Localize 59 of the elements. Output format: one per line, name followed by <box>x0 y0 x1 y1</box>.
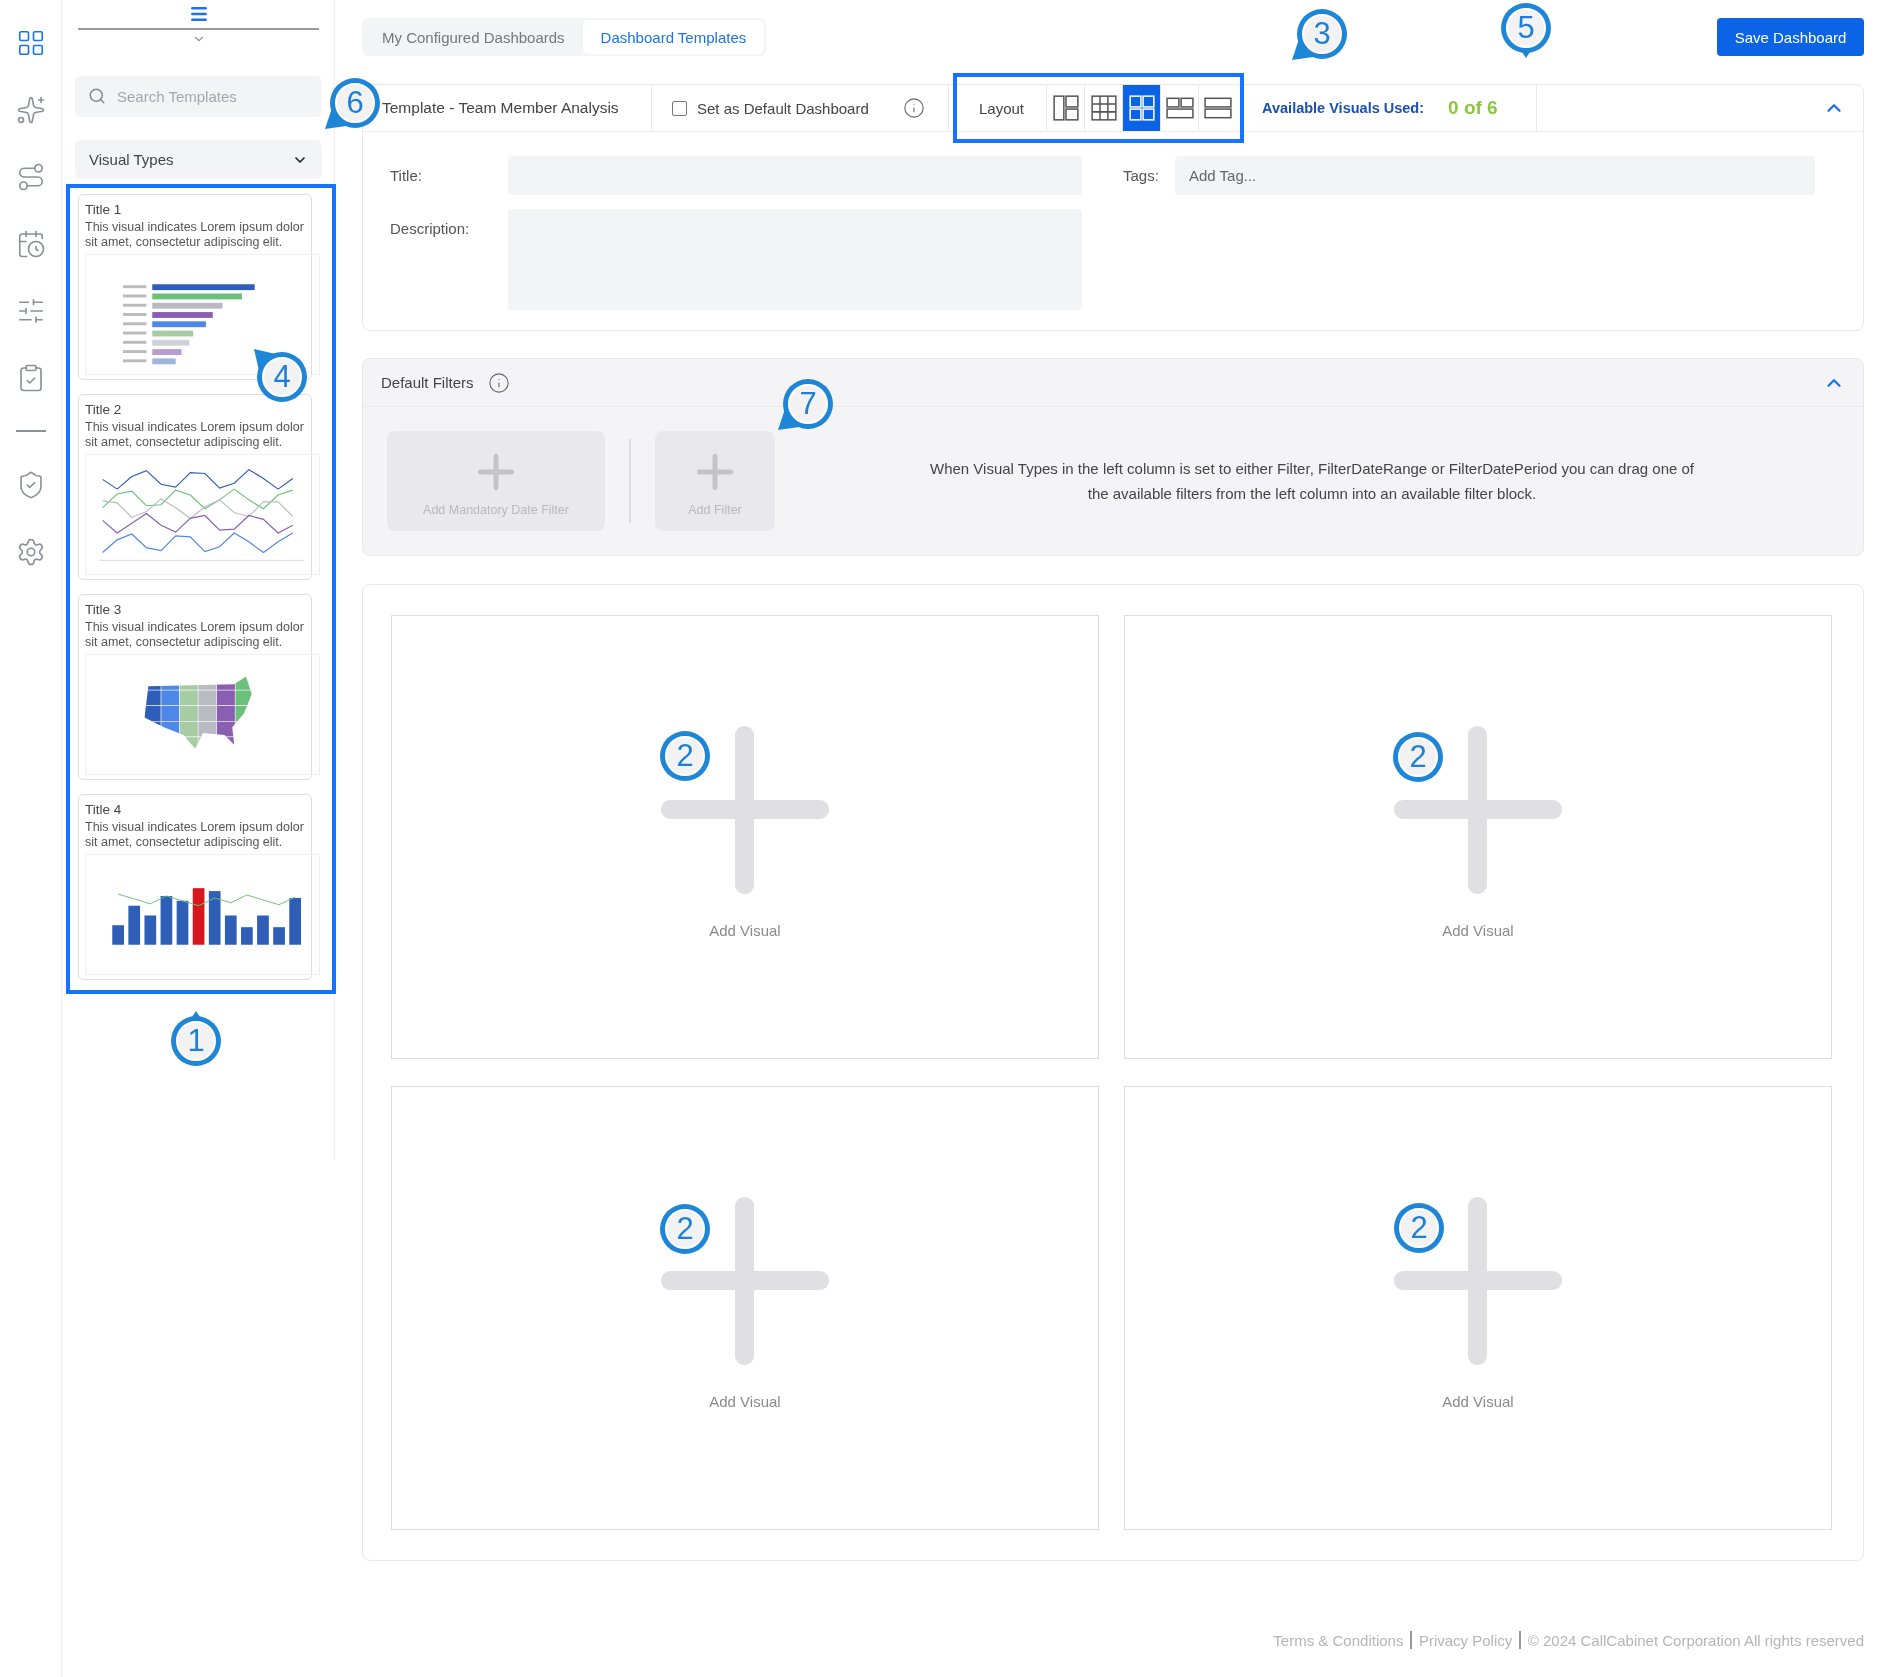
chart-bar <box>152 302 223 309</box>
tab[interactable]: My Configured Dashboards <box>364 20 583 54</box>
chart-bar <box>192 888 205 945</box>
copyright-text: © 2024 CallCabinet Corporation All rights reserved <box>1527 1631 1864 1649</box>
info-icon[interactable] <box>487 371 510 394</box>
menu-icon[interactable] <box>188 4 209 24</box>
visual-types-dropdown[interactable]: Visual Types <box>75 140 322 179</box>
chart-bar <box>208 891 221 945</box>
template-description: This visual indicates Lorem ipsum dolor sit amet, consectetur adipiscing elit. <box>85 620 305 650</box>
title-label: Title: <box>390 166 422 184</box>
info-icon[interactable] <box>902 97 925 119</box>
chart-bar <box>224 915 237 945</box>
chart-bar <box>152 312 213 318</box>
chart-bar <box>289 897 301 945</box>
filters-hint: When Visual Types in the left column is set to either Filter, FilterDateRange or FilterDatePeriod you can drag one of the available filters from the left column into an available filter block. <box>929 459 1695 504</box>
dropdown-value: Visual Types <box>89 151 174 168</box>
default-checkbox[interactable] <box>672 100 687 116</box>
visuals-used-count: 0 of 6 <box>1448 97 1498 119</box>
layout-option[interactable] <box>1122 85 1161 131</box>
split-layout-icon <box>1051 94 1080 122</box>
plus-icon <box>1394 1196 1562 1365</box>
chart-bar <box>112 925 124 945</box>
chart-bar <box>144 915 157 945</box>
chart-bar <box>152 339 190 346</box>
filters-title: Default Filters <box>381 374 474 391</box>
plus-icon <box>661 1196 829 1365</box>
chart-bar <box>152 349 182 355</box>
chart-bar <box>152 330 194 337</box>
template-description: This visual indicates Lorem ipsum dolor sit amet, consectetur adipiscing elit. <box>85 420 305 450</box>
chart-bar <box>273 927 285 945</box>
checkbox-label: Set as Default Dashboard <box>697 99 869 117</box>
visuals-used-label: Available Visuals Used: <box>1262 100 1425 116</box>
description-label: Description: <box>390 219 470 237</box>
template-title: Title 3 <box>85 602 123 617</box>
sparkles-icon[interactable] <box>15 95 46 125</box>
plus-icon <box>661 726 829 894</box>
chart-bar <box>241 927 253 945</box>
template-title: Title 1 <box>85 202 123 217</box>
search-field[interactable]: Search Templates <box>75 76 322 117</box>
chart-bar <box>176 900 189 945</box>
chart-bar <box>257 915 269 945</box>
template-description: This visual indicates Lorem ipsum dolor sit amet, consectetur adipiscing elit. <box>85 220 305 250</box>
layout-label: Layout <box>978 99 1026 117</box>
quad-layout-icon <box>1127 94 1156 122</box>
tags-label: Tags: <box>1123 166 1159 184</box>
save-button[interactable]: Save Dashboard <box>1717 18 1864 56</box>
plus-icon <box>1394 726 1562 894</box>
chart-bar <box>152 321 206 328</box>
template-title: Title 2 <box>85 402 123 417</box>
template-description: This visual indicates Lorem ipsum dolor sit amet, consectetur adipiscing elit. <box>85 820 305 850</box>
template-name: Template - Team Member Analysis <box>382 99 619 117</box>
chart-bar <box>128 905 141 945</box>
search-icon <box>88 87 106 105</box>
tab[interactable]: Dashboard Templates <box>582 20 765 54</box>
tags-field[interactable]: Add Tag... <box>1175 156 1815 195</box>
grid-layout-icon <box>1089 94 1118 122</box>
template-title: Title 4 <box>85 802 123 817</box>
chart-bar <box>152 358 176 365</box>
chart-bar <box>160 895 173 945</box>
